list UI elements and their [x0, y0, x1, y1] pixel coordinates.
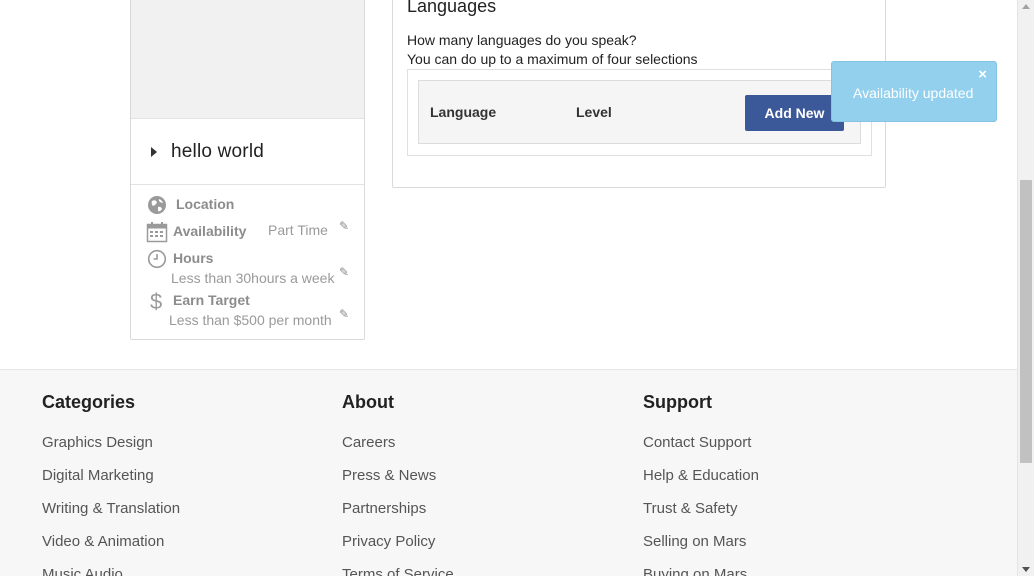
footer-link[interactable]: Trust & Safety [643, 500, 759, 533]
scrollbar-thumb[interactable] [1020, 180, 1032, 463]
globe-icon [147, 195, 167, 220]
profile-card: hello world Location Availability Part T… [130, 0, 365, 340]
footer-link[interactable]: Privacy Policy [342, 533, 454, 566]
footer-link[interactable]: Contact Support [643, 434, 759, 467]
calendar-icon [146, 221, 168, 248]
availability-value: Part Time [268, 222, 328, 238]
earn-target-label: Earn Target [173, 292, 250, 308]
footer-link[interactable]: Help & Education [643, 467, 759, 500]
languages-title: Languages [407, 0, 497, 16]
hours-label: Hours [173, 250, 214, 266]
profile-name: hello world [171, 140, 265, 162]
footer-link[interactable]: Writing & Translation [42, 500, 180, 533]
scroll-up-icon[interactable] [1022, 4, 1030, 9]
location-label: Location [176, 196, 235, 212]
edit-earn-target-pencil-icon[interactable]: ✎ [339, 307, 349, 321]
close-icon[interactable]: × [978, 66, 987, 83]
footer-support: Support Contact Support Help & Education… [643, 392, 759, 576]
footer-heading-support: Support [643, 392, 712, 412]
footer-heading-about: About [342, 392, 394, 412]
footer-link[interactable]: Digital Marketing [42, 467, 180, 500]
languages-card: Languages How many languages do you spea… [392, 0, 886, 188]
availability-label: Availability [173, 223, 247, 239]
edit-hours-pencil-icon[interactable]: ✎ [339, 265, 349, 279]
footer-link[interactable]: Partnerships [342, 500, 454, 533]
availability-toast: × Availability updated [831, 61, 997, 122]
footer-link[interactable]: Video & Animation [42, 533, 180, 566]
languages-table: Language Level Add New [407, 69, 872, 156]
languages-hint: You can do up to a maximum of four selec… [407, 51, 698, 67]
footer-link[interactable]: Terms of Service [342, 566, 454, 576]
footer-link[interactable]: Careers [342, 434, 454, 467]
edit-availability-pencil-icon[interactable]: ✎ [339, 219, 349, 233]
footer-link[interactable]: Graphics Design [42, 434, 180, 467]
footer-link[interactable]: Selling on Mars [643, 533, 759, 566]
profile-photo [131, 0, 364, 119]
caret-right-icon [151, 146, 157, 157]
languages-table-header: Language Level Add New [418, 80, 861, 144]
dollar-icon: $ [150, 289, 163, 314]
add-new-language-button[interactable]: Add New [745, 95, 844, 131]
profile-name-toggle[interactable]: hello world [131, 119, 364, 185]
footer: Categories Graphics Design Digital Marke… [0, 369, 1017, 576]
scroll-down-icon[interactable] [1022, 567, 1030, 572]
footer-about: About Careers Press & News Partnerships … [342, 392, 454, 576]
toast-message: Availability updated [853, 85, 974, 101]
earn-target-value: Less than $500 per month [169, 312, 332, 328]
footer-link[interactable]: Press & News [342, 467, 454, 500]
page-scrollbar[interactable] [1017, 0, 1034, 576]
footer-link[interactable]: Buying on Mars [643, 566, 759, 576]
footer-link[interactable]: Music Audio [42, 566, 180, 576]
footer-categories: Categories Graphics Design Digital Marke… [42, 392, 180, 576]
column-language: Language [430, 104, 497, 120]
column-level: Level [576, 104, 612, 120]
hours-value: Less than 30hours a week [171, 270, 335, 286]
footer-heading-categories: Categories [42, 392, 136, 412]
clock-icon [147, 249, 167, 274]
languages-question: How many languages do you speak? [407, 32, 637, 48]
